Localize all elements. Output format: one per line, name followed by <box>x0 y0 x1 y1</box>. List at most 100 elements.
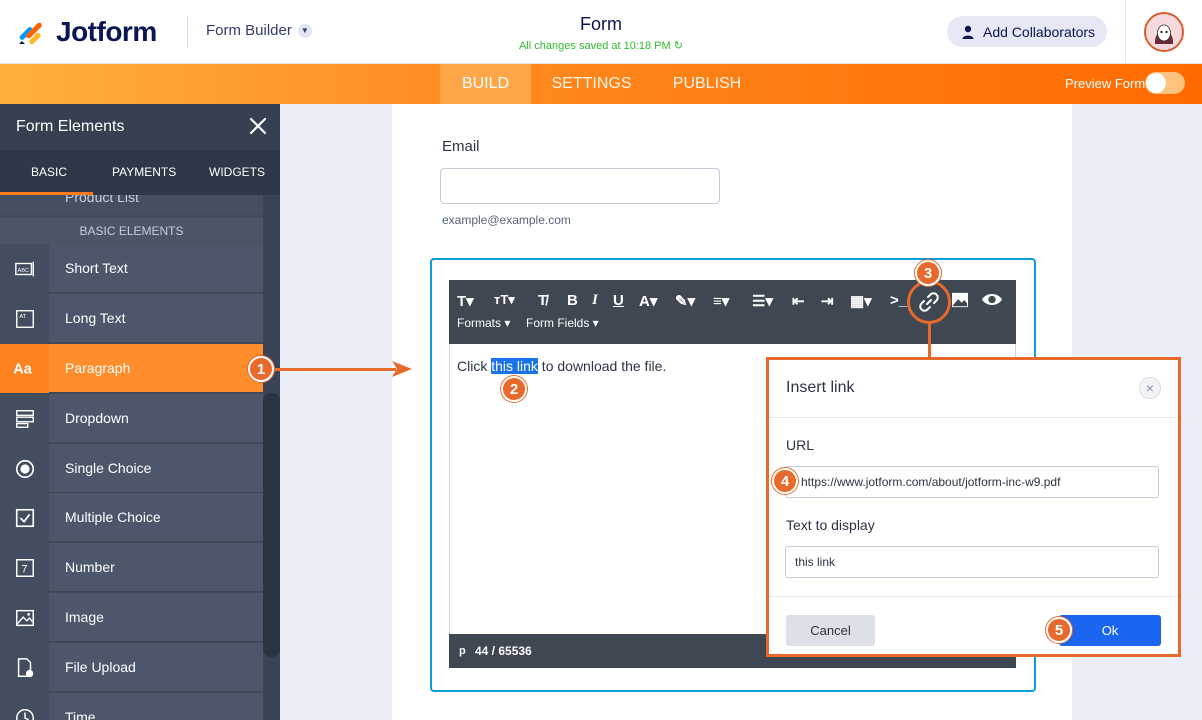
sidebar-item-label: File Upload <box>65 659 136 675</box>
radio-icon <box>0 444 49 493</box>
code-icon[interactable]: >_ <box>890 292 907 309</box>
jotform-logo-icon <box>19 22 42 45</box>
eye-icon[interactable] <box>981 292 1003 307</box>
email-field[interactable] <box>440 168 720 204</box>
avatar[interactable] <box>1144 12 1184 52</box>
selected-text[interactable]: this link <box>491 358 538 374</box>
close-icon[interactable] <box>246 114 270 138</box>
preview-form-toggle[interactable] <box>1145 72 1185 94</box>
divider <box>1125 0 1126 64</box>
annotation-connector <box>928 323 931 358</box>
annotation-badge-5: 5 <box>1046 617 1072 643</box>
scrollbar-thumb[interactable] <box>263 393 280 657</box>
sidebar-item-time[interactable]: Time <box>0 693 263 720</box>
font-size-icon[interactable]: ᴛT▾ <box>494 292 515 308</box>
element-path: p <box>459 645 466 657</box>
file-upload-icon <box>0 643 49 692</box>
font-family-icon[interactable]: T▾ <box>457 292 474 310</box>
sidebar-item-single-choice[interactable]: Single Choice <box>0 444 263 493</box>
jotform-logo[interactable]: Jotform <box>16 16 157 48</box>
sidebar-item-multiple-choice[interactable]: Multiple Choice <box>0 493 263 542</box>
annotation-arrow <box>272 368 396 371</box>
brand-name: Jotform <box>56 16 157 47</box>
tab-build[interactable]: BUILD <box>440 64 531 104</box>
divider <box>769 417 1178 418</box>
long-text-icon: AT <box>0 294 49 343</box>
section-basic-elements: BASIC ELEMENTS <box>0 218 263 244</box>
add-collaborators-button[interactable]: Add Collaborators <box>947 16 1107 47</box>
align-icon[interactable]: ≡▾ <box>713 292 729 310</box>
outdent-icon[interactable]: ⇤ <box>792 292 805 310</box>
person-icon <box>962 25 974 39</box>
tab-widgets[interactable]: WIDGETS <box>209 165 265 179</box>
refresh-icon: ↻ <box>673 40 683 52</box>
short-text-icon: ABC <box>0 244 49 293</box>
editor-text[interactable]: Click this link to download the file. <box>457 358 666 374</box>
sidebar-item-product-list[interactable]: Product List <box>0 195 263 215</box>
dialog-title: Insert link <box>786 379 855 396</box>
sidebar-item-label: Dropdown <box>65 410 129 426</box>
text-to-display-label: Text to display <box>786 517 875 533</box>
text-color-icon[interactable]: A▾ <box>639 292 657 310</box>
sidebar-item-file-upload[interactable]: File Upload <box>0 643 263 692</box>
list-icon[interactable]: ☰▾ <box>752 292 773 310</box>
top-bar: Jotform Form Builder ▼ Form All changes … <box>0 0 1202 64</box>
divider <box>187 16 188 48</box>
url-label: URL <box>786 437 815 453</box>
ok-button[interactable]: Ok <box>1059 615 1161 646</box>
annotation-badge-3: 3 <box>915 260 941 286</box>
character-count: 44 / 65536 <box>475 644 532 658</box>
sidebar-item-label: Short Text <box>65 260 128 276</box>
highlight-color-icon[interactable]: ✎▾ <box>675 292 695 310</box>
cancel-button[interactable]: Cancel <box>786 615 875 646</box>
panel-tabs: BASIC PAYMENTS WIDGETS <box>0 150 280 195</box>
tab-payments[interactable]: PAYMENTS <box>112 165 176 179</box>
builder-nav: BUILD SETTINGS PUBLISH Preview Form <box>0 64 1202 104</box>
insert-image-icon[interactable] <box>951 292 969 308</box>
text-before: Click <box>457 358 492 374</box>
text-to-display-field[interactable] <box>785 546 1159 578</box>
chevron-down-icon: ▼ <box>297 23 312 38</box>
sidebar-item-label: Time <box>65 709 96 720</box>
tab-basic[interactable]: BASIC <box>31 165 67 179</box>
insert-link-dialog <box>766 357 1181 657</box>
bold-icon[interactable]: B <box>567 292 578 309</box>
sidebar-item-paragraph[interactable]: Aa Paragraph <box>0 344 263 393</box>
panel-header: Form Elements <box>0 104 280 150</box>
sidebar-item-image[interactable]: Image <box>0 593 263 642</box>
panel-title: Form Elements <box>16 118 125 135</box>
checkbox-icon <box>0 493 49 542</box>
arrow-head-icon <box>392 361 412 377</box>
form-builder-dropdown[interactable]: Form Builder ▼ <box>206 22 312 39</box>
form-builder-label: Form Builder <box>206 22 292 39</box>
sidebar-item-number[interactable]: 7 Number <box>0 543 263 592</box>
form-fields-menu[interactable]: Form Fields ▾ <box>526 316 599 330</box>
clock-icon <box>0 693 49 720</box>
annotation-badge-2: 2 <box>501 376 527 402</box>
annotation-badge-4: 4 <box>772 468 798 494</box>
formats-menu[interactable]: Formats ▾ <box>457 316 510 330</box>
annotation-badge-1: 1 <box>248 356 274 382</box>
tab-settings[interactable]: SETTINGS <box>541 64 642 104</box>
svg-text:AT: AT <box>19 314 26 320</box>
tab-publish[interactable]: PUBLISH <box>660 64 754 104</box>
italic-icon[interactable]: I <box>592 292 598 309</box>
number-icon: 7 <box>0 543 49 592</box>
sidebar-item-label: Long Text <box>65 310 126 326</box>
url-field[interactable] <box>785 466 1159 498</box>
sidebar-item-long-text[interactable]: AT Long Text <box>0 294 263 343</box>
indent-icon[interactable]: ⇥ <box>821 292 834 310</box>
image-icon <box>0 593 49 642</box>
sidebar-item-label: Single Choice <box>65 460 152 476</box>
dropdown-icon <box>0 394 49 443</box>
underline-icon[interactable]: U <box>613 292 624 309</box>
table-icon[interactable]: ▦▾ <box>850 292 872 310</box>
sidebar-item-label: Product List <box>65 195 139 205</box>
form-fields-label: Form Fields <box>526 316 590 330</box>
user-avatar-icon <box>1146 14 1182 50</box>
preview-form-label: Preview Form <box>1065 76 1146 91</box>
close-icon[interactable]: × <box>1139 377 1161 399</box>
sidebar-item-dropdown[interactable]: Dropdown <box>0 394 263 443</box>
clear-format-icon[interactable]: T̸ <box>538 292 547 309</box>
sidebar-item-short-text[interactable]: ABC Short Text <box>0 244 263 293</box>
